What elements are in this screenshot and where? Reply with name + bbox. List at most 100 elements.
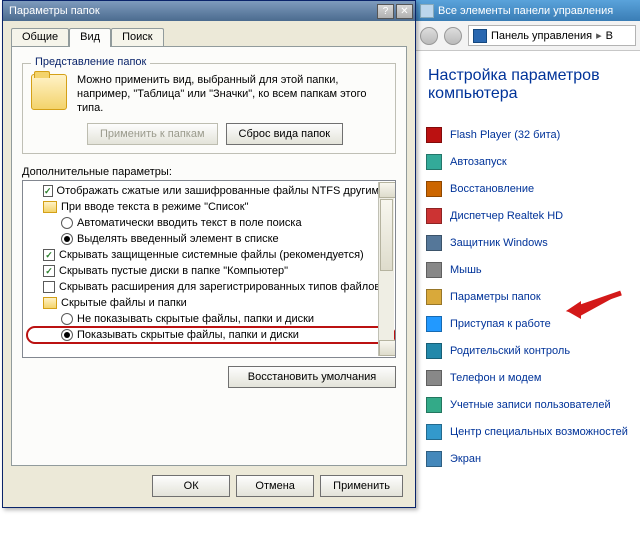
checkbox[interactable] [43,265,55,277]
cp-item-label: Приступая к работе [450,318,551,330]
cp-item-label: Защитник Windows [450,237,548,249]
radio[interactable] [61,217,73,229]
tree-row[interactable]: Скрывать расширения для зарегистрированн… [27,279,395,295]
tree-row[interactable]: Скрытые файлы и папки [27,295,395,311]
cp-item[interactable]: Защитник Windows [426,229,640,256]
tree-row-label: Скрывать защищенные системные файлы (рек… [59,249,364,261]
help-button[interactable]: ? [377,4,394,19]
folder-views-group: Представление папок Можно применить вид,… [22,63,396,154]
checkbox[interactable] [43,249,55,261]
tree-row-label: Автоматически вводить текст в поле поиск… [77,217,302,229]
apply-to-folders-button[interactable]: Применить к папкам [87,123,218,145]
tab-general[interactable]: Общие [11,28,69,47]
tree-row-label: Скрытые файлы и папки [61,297,187,309]
folder-icon [43,201,57,213]
cp-item[interactable]: Восстановление [426,175,640,202]
cp-item-label: Мышь [450,264,482,276]
cp-item-icon [426,424,442,440]
cp-item[interactable]: Учетные записи пользователей [426,391,640,418]
tree-row[interactable]: Автоматически вводить текст в поле поиск… [27,215,395,231]
radio[interactable] [61,233,73,245]
tab-search[interactable]: Поиск [111,28,163,47]
tree-row[interactable]: При вводе текста в режиме "Список" [27,199,395,215]
tree-row[interactable]: Скрывать защищенные системные файлы (рек… [27,247,395,263]
tab-view[interactable]: Вид [69,28,111,47]
cp-item-icon [426,127,442,143]
forward-button[interactable] [444,27,462,45]
tree-row-label: Отображать сжатые или зашифрованные файл… [57,185,396,197]
cp-item[interactable]: Диспетчер Realtek HD [426,202,640,229]
back-button[interactable] [420,27,438,45]
cp-item-label: Диспетчер Realtek HD [450,210,563,222]
cp-titlebar: Все элементы панели управления [416,0,640,21]
cp-item-label: Flash Player (32 бита) [450,129,560,141]
radio[interactable] [61,313,73,325]
cp-item-label: Центр специальных возможностей [450,426,628,438]
cp-item-icon [426,262,442,278]
cp-item-list: Flash Player (32 бита) Автозапуск Восстано… [416,121,640,472]
cp-item-icon [426,154,442,170]
breadcrumb-next: В [606,30,613,42]
scrollbar[interactable]: ▲ ▼ [378,182,394,356]
ok-button[interactable]: ОК [152,475,230,497]
control-panel-small-icon [473,29,487,43]
cp-item-label: Телефон и модем [450,372,541,384]
group-legend: Представление папок [31,56,150,68]
cp-item[interactable]: Родительский контроль [426,337,640,364]
close-button[interactable]: ✕ [396,4,413,19]
checkbox[interactable] [43,185,53,197]
scroll-up-button[interactable]: ▲ [379,182,396,198]
reset-folders-button[interactable]: Сброс вида папок [226,123,344,145]
tree-row[interactable]: Выделять введенный элемент в списке [27,231,395,247]
control-panel-icon [420,4,434,18]
cp-item-icon [426,289,442,305]
group-description: Можно применить вид, выбранный для этой … [77,74,387,115]
cp-navbar: Панель управления ▸ В [416,21,640,51]
cp-item-label: Учетные записи пользователей [450,399,611,411]
cp-item[interactable]: Мышь [426,256,640,283]
tree-row[interactable]: Отображать сжатые или зашифрованные файл… [27,183,395,199]
folder-icon [43,297,57,309]
chevron-right-icon: ▸ [596,29,602,42]
cp-item[interactable]: Автозапуск [426,148,640,175]
cp-item[interactable]: Центр специальных возможностей [426,418,640,445]
advanced-settings-label: Дополнительные параметры: [22,166,396,178]
tree-row-label: Выделять введенный элемент в списке [77,233,279,245]
tree-row-label: Показывать скрытые файлы, папки и диски [77,329,299,341]
tree-row-label: Скрывать расширения для зарегистрированн… [59,281,380,293]
cp-item-label: Родительский контроль [450,345,570,357]
cp-item[interactable]: Flash Player (32 бита) [426,121,640,148]
cancel-button[interactable]: Отмена [236,475,314,497]
tree-row[interactable]: Не показывать скрытые файлы, папки и дис… [27,311,395,327]
advanced-settings-tree[interactable]: Отображать сжатые или зашифрованные файл… [22,180,396,358]
cp-item-icon [426,343,442,359]
cp-item-icon [426,451,442,467]
dialog-titlebar: Параметры папок ? ✕ [3,1,415,21]
tree-row-label: Скрывать пустые диски в папке "Компьютер… [59,265,288,277]
cp-item[interactable]: Приступая к работе [426,310,640,337]
cp-item[interactable]: Телефон и модем [426,364,640,391]
tab-strip: Общие Вид Поиск [11,28,407,47]
folder-options-dialog: Параметры папок ? ✕ Общие Вид Поиск Пред… [2,0,416,508]
checkbox[interactable] [43,281,55,293]
cp-item-label: Параметры папок [450,291,541,303]
control-panel-window: Все элементы панели управления Панель уп… [416,0,640,537]
cp-title: Все элементы панели управления [438,5,613,17]
tree-row-label: Не показывать скрытые файлы, папки и дис… [77,313,314,325]
apply-button[interactable]: Применить [320,475,403,497]
tree-row[interactable]: Скрывать пустые диски в папке "Компьютер… [27,263,395,279]
restore-defaults-button[interactable]: Восстановить умолчания [228,366,396,388]
tree-row[interactable]: Показывать скрытые файлы, папки и диски [27,327,395,343]
dialog-title: Параметры папок [9,5,375,17]
radio[interactable] [61,329,73,341]
scroll-down-button[interactable]: ▼ [379,340,396,356]
cp-item-label: Экран [450,453,481,465]
cp-item-label: Автозапуск [450,156,507,168]
scroll-thumb[interactable] [380,199,393,271]
breadcrumb-text: Панель управления [491,30,592,42]
folder-icon [31,74,67,110]
cp-item[interactable]: Экран [426,445,640,472]
cp-item[interactable]: Параметры папок [426,283,640,310]
dialog-button-row: ОК Отмена Применить [152,475,403,497]
breadcrumb[interactable]: Панель управления ▸ В [468,25,636,46]
